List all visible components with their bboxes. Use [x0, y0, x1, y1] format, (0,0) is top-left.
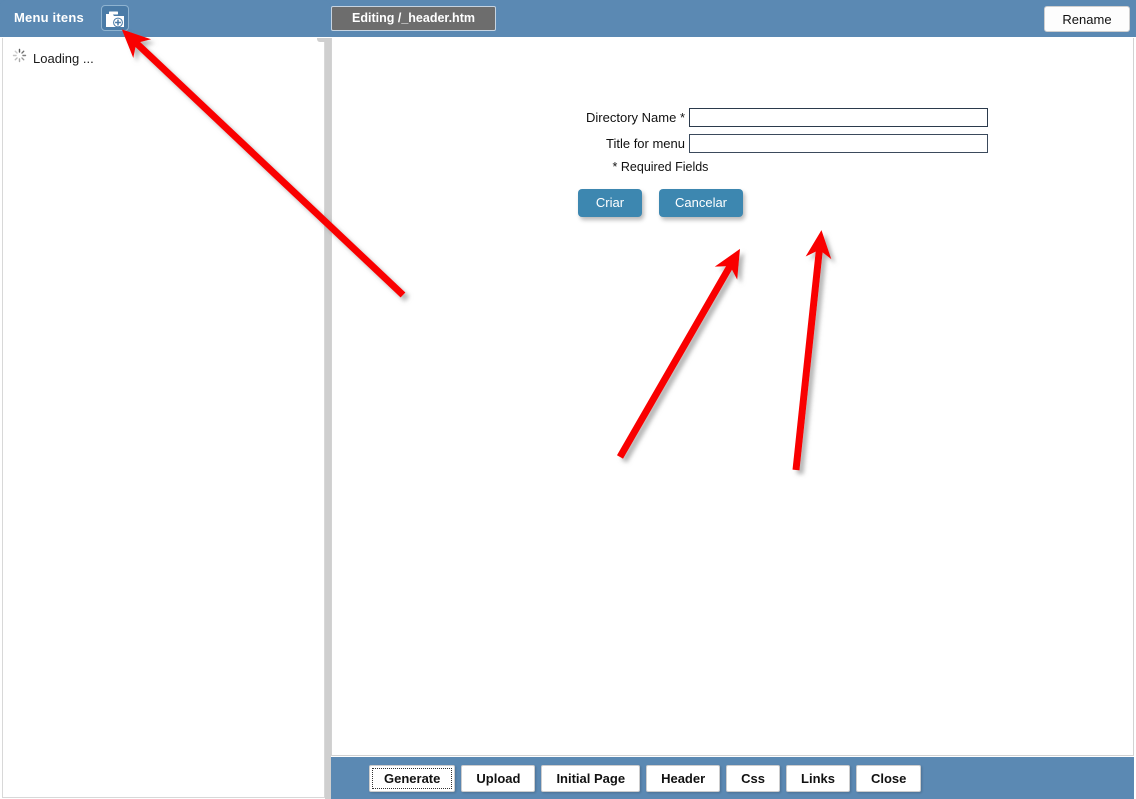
- spinner-icon: [12, 48, 27, 68]
- title-for-menu-label: Title for menu: [606, 136, 685, 151]
- directory-name-input[interactable]: [689, 108, 988, 127]
- footer-toolbar: Generate Upload Initial Page Header Css …: [331, 757, 1134, 799]
- form-actions: Criar Cancelar: [332, 189, 989, 217]
- sidebar-header: Menu itens: [0, 0, 330, 37]
- new-folder-icon-button[interactable]: [101, 5, 129, 31]
- create-directory-form: Directory Name * Title for menu * Requir…: [332, 108, 1133, 217]
- css-button[interactable]: Css: [726, 765, 781, 792]
- menu-items-panel: Loading ...: [2, 38, 325, 798]
- close-button[interactable]: Close: [855, 765, 922, 792]
- header-button[interactable]: Header: [646, 765, 721, 792]
- new-folder-icon: [102, 11, 128, 29]
- required-fields-note: * Required Fields: [612, 160, 709, 174]
- menu-itens-title: Menu itens: [14, 10, 84, 25]
- footer-button-group: Generate Upload Initial Page Header Css …: [369, 765, 922, 792]
- directory-name-label: Directory Name *: [586, 110, 685, 125]
- editing-file-tab[interactable]: Editing /_header.htm: [331, 6, 496, 31]
- form-row-directory-name: Directory Name *: [332, 108, 1133, 127]
- editor-content-panel: Directory Name * Title for menu * Requir…: [331, 38, 1134, 756]
- rename-button[interactable]: Rename: [1044, 6, 1130, 32]
- form-row-title-for-menu: Title for menu: [332, 134, 1133, 153]
- upload-button[interactable]: Upload: [461, 765, 536, 792]
- cancel-button[interactable]: Cancelar: [658, 189, 744, 217]
- generate-button[interactable]: Generate: [369, 765, 456, 792]
- title-for-menu-input[interactable]: [689, 134, 988, 153]
- initial-page-button[interactable]: Initial Page: [541, 765, 641, 792]
- create-button[interactable]: Criar: [577, 189, 642, 217]
- loading-indicator: Loading ...: [12, 48, 94, 68]
- top-header-bar: Menu itens Editing /_header.htm Rename: [0, 0, 1136, 37]
- links-button[interactable]: Links: [786, 765, 850, 792]
- loading-label: Loading ...: [33, 50, 94, 66]
